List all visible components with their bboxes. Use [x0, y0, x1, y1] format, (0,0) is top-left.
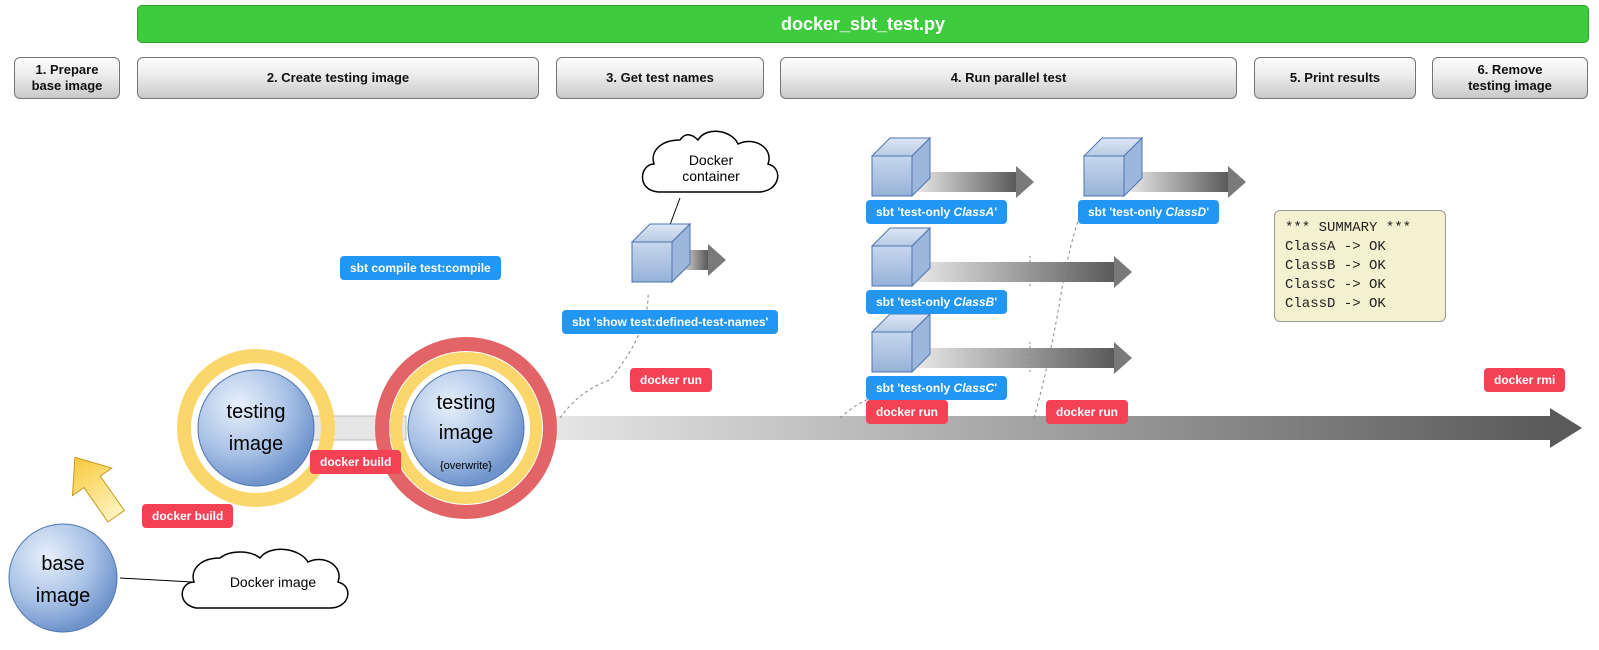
step-box-3: 3. Get test names [556, 57, 764, 99]
docker-run-2-tag: docker run [866, 400, 948, 424]
sbt-class-d-tag: sbt 'test-only ClassD' [1078, 200, 1219, 224]
sbt-class-a-tag: sbt 'test-only ClassA' [866, 200, 1007, 224]
docker-container-label: Docker container [656, 152, 766, 184]
sbt-show-tag: sbt 'show test:defined-test-names' [562, 310, 778, 334]
cube-icon [632, 224, 690, 282]
overwrite-text: {overwrite} [440, 460, 492, 472]
cloud-connector-1 [120, 578, 192, 582]
testing-image-label: testing image [196, 396, 316, 460]
docker-build-2-tag: docker build [310, 450, 401, 474]
docker-run-3-tag: docker run [1046, 400, 1128, 424]
testing-image-ov-text: testing image [437, 392, 496, 444]
testing-image-ov-label: testing image {overwrite} [406, 388, 526, 478]
sbt-class-c-tag: sbt 'test-only ClassC' [866, 376, 1007, 400]
diagram-stage: docker_sbt_test.py [0, 0, 1599, 650]
small-arrows [680, 166, 1246, 374]
step-box-1: 1. Prepare base image [14, 57, 120, 99]
cube-icon [872, 314, 930, 372]
yellow-arrow-icon [55, 444, 136, 531]
step-box-2: 2. Create testing image [137, 57, 539, 99]
docker-image-label: Docker image [208, 574, 338, 590]
cube-icon [872, 138, 930, 196]
sbt-class-b-tag: sbt 'test-only ClassB' [866, 290, 1007, 314]
step-box-4: 4. Run parallel test [780, 57, 1237, 99]
summary-box: *** SUMMARY *** ClassA -> OK ClassB -> O… [1274, 210, 1446, 322]
base-image-label: base image [3, 548, 123, 612]
docker-run-1-tag: docker run [630, 368, 712, 392]
step-box-6: 6. Remove testing image [1432, 57, 1588, 99]
docker-rmi-tag: docker rmi [1484, 368, 1565, 392]
sbt-compile-tag: sbt compile test:compile [340, 256, 501, 280]
cube-icon [1084, 138, 1142, 196]
docker-build-1-tag: docker build [142, 504, 233, 528]
step-box-5: 5. Print results [1254, 57, 1416, 99]
cube-icon [872, 228, 930, 286]
